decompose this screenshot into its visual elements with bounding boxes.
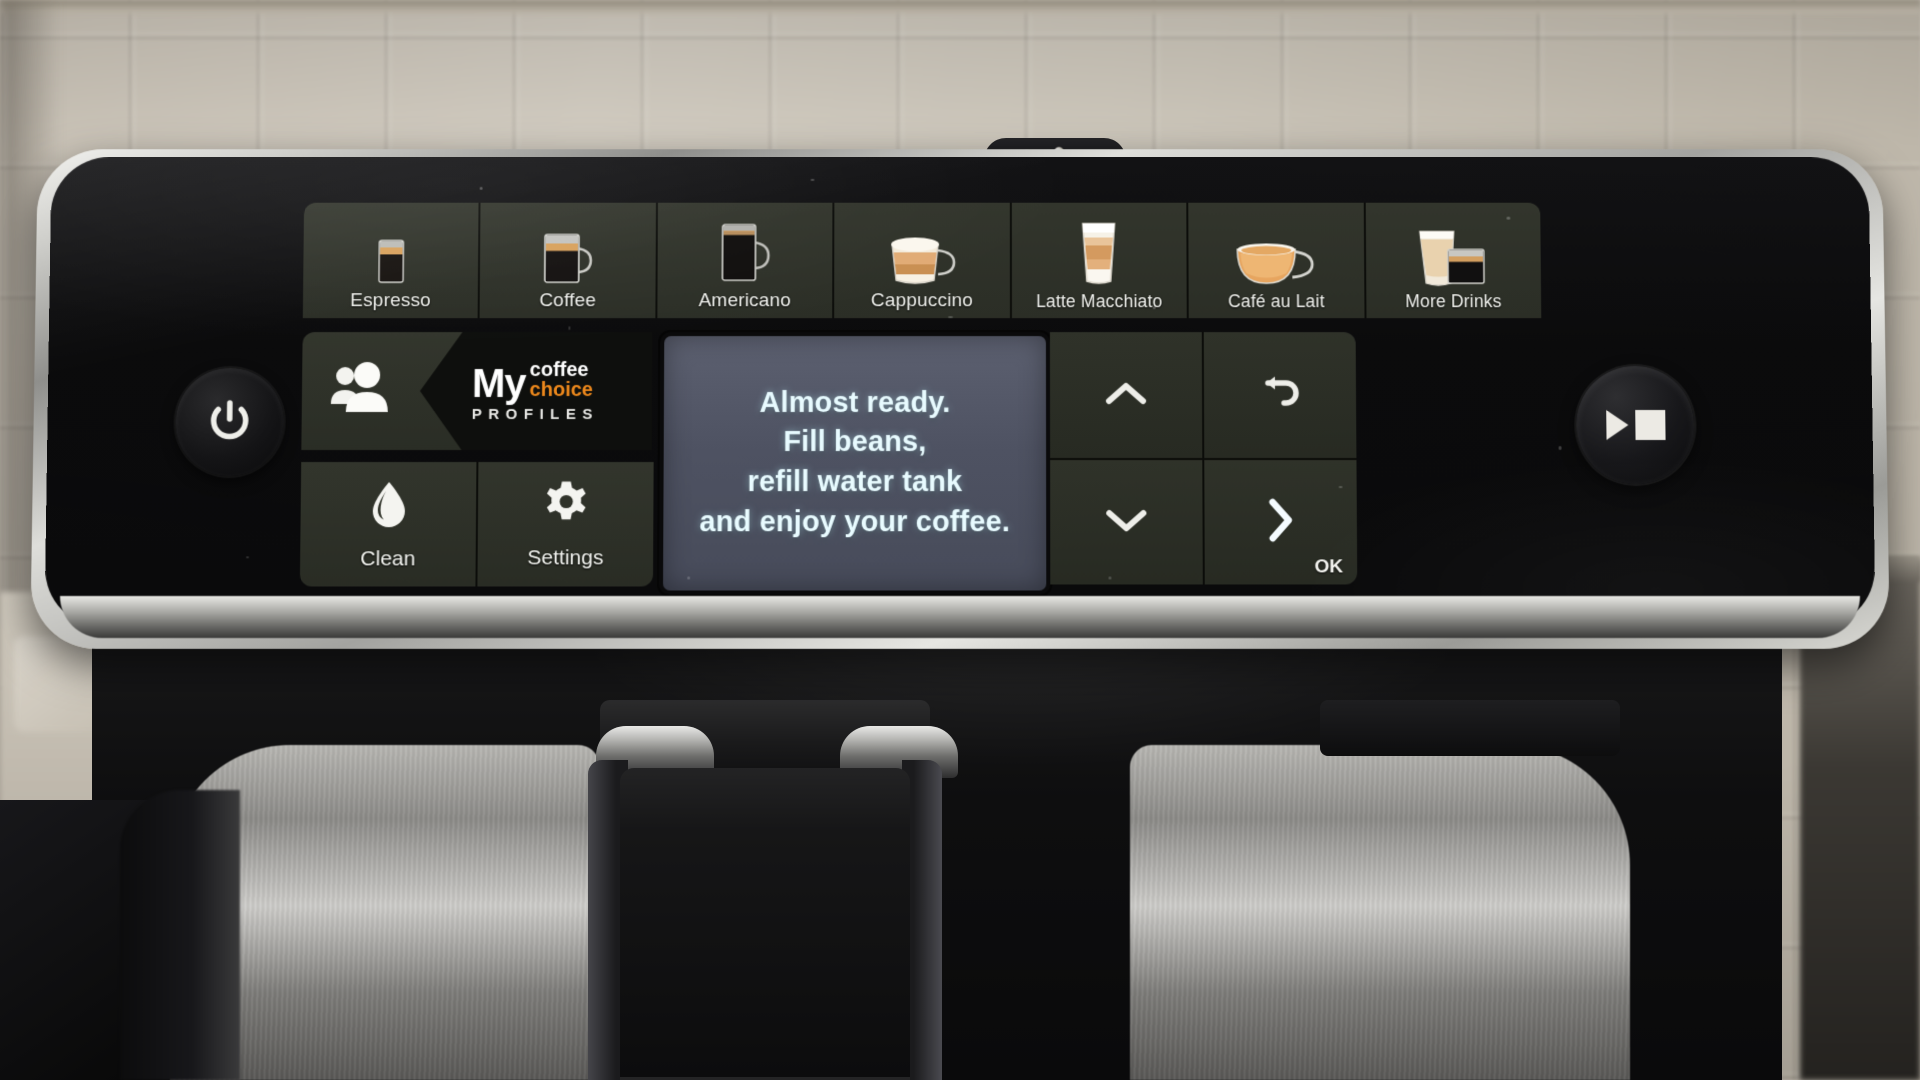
drink-label: Cappuccino [870,290,974,312]
drink-label: Café au Lait [1227,291,1325,312]
drink-button-coffee[interactable]: Coffee [480,202,658,319]
cafe-au-lait-bowl-icon [1232,216,1320,290]
espresso-glass-icon [368,215,415,289]
start-stop-button[interactable] [1575,366,1696,485]
display-line: and enjoy your coffee. [699,505,1011,538]
back-arrow-icon [1254,373,1306,418]
more-drinks-glasses-icon [1412,216,1494,290]
drink-button-americano[interactable]: Americano [657,202,835,319]
chrome-bezel-bottom-strip [60,596,1860,638]
nav-down-button[interactable] [1050,460,1205,585]
nav-up-button[interactable] [1049,332,1205,461]
settings-label: Settings [527,545,604,569]
drink-button-cafe-au-lait[interactable]: Café au Lait [1188,202,1367,319]
drink-label: More Drinks [1405,291,1502,312]
dispenser-front-face[interactable] [620,768,910,1080]
logo-profiles-text: PROFILES [471,405,599,423]
chevron-up-icon [1103,378,1149,413]
display-line: Fill beans, [783,426,927,459]
my-coffee-choice-logo: My coffee choice PROFILES [419,332,652,450]
coffee-mug-icon [537,215,599,289]
water-drop-icon [365,478,412,535]
power-button[interactable] [174,368,285,477]
display-line: Almost ready. [759,386,951,419]
ok-label: OK [1314,556,1344,578]
nav-ok-button[interactable]: OK [1204,460,1358,585]
drink-button-cappuccino[interactable]: Cappuccino [834,202,1012,319]
display-screen: Almost ready. Fill beans, refill water t… [663,336,1047,591]
drink-button-more-drinks[interactable]: More Drinks [1365,202,1542,319]
chevron-right-icon [1264,496,1298,549]
black-glass-panel: Espresso Coffee Americano Cappuccino Lat… [44,157,1876,627]
right-vent-slot [1320,700,1620,756]
chevron-down-icon [1103,505,1149,540]
nav-back-button[interactable] [1203,332,1357,461]
drink-label: Espresso [350,290,432,312]
logo-coffee-text: coffee [529,358,589,381]
drink-label: Latte Macchiato [1035,291,1163,312]
drink-label: Americano [698,290,792,312]
display-screen-frame: Almost ready. Fill beans, refill water t… [658,332,1051,595]
drink-button-latte-macchiato[interactable]: Latte Macchiato [1011,202,1189,319]
people-profiles-icon [302,360,421,422]
drinks-row: Espresso Coffee Americano Cappuccino Lat… [302,202,1542,319]
gear-icon [541,479,591,534]
steel-panel-right [1130,745,1630,1080]
power-icon [203,393,256,450]
logo-my-text: My [471,361,526,406]
drink-label: Coffee [539,290,597,312]
display-line: refill water tank [747,466,963,499]
cappuccino-cup-icon [884,215,960,289]
settings-button[interactable]: Settings [477,462,654,587]
left-side-trim [120,790,240,1080]
americano-mug-icon [714,215,776,289]
latte-macchiato-glass-icon [1072,216,1126,290]
logo-choice-text: choice [529,378,594,401]
drink-button-espresso[interactable]: Espresso [302,202,481,319]
play-stop-icon [1605,409,1666,441]
clean-label: Clean [360,546,416,570]
clean-button[interactable]: Clean [299,462,479,587]
control-panel: Espresso Coffee Americano Cappuccino Lat… [30,148,1890,649]
my-coffee-choice-profiles-button[interactable]: My coffee choice PROFILES [301,332,653,451]
wall-top-shadow [0,0,1920,16]
